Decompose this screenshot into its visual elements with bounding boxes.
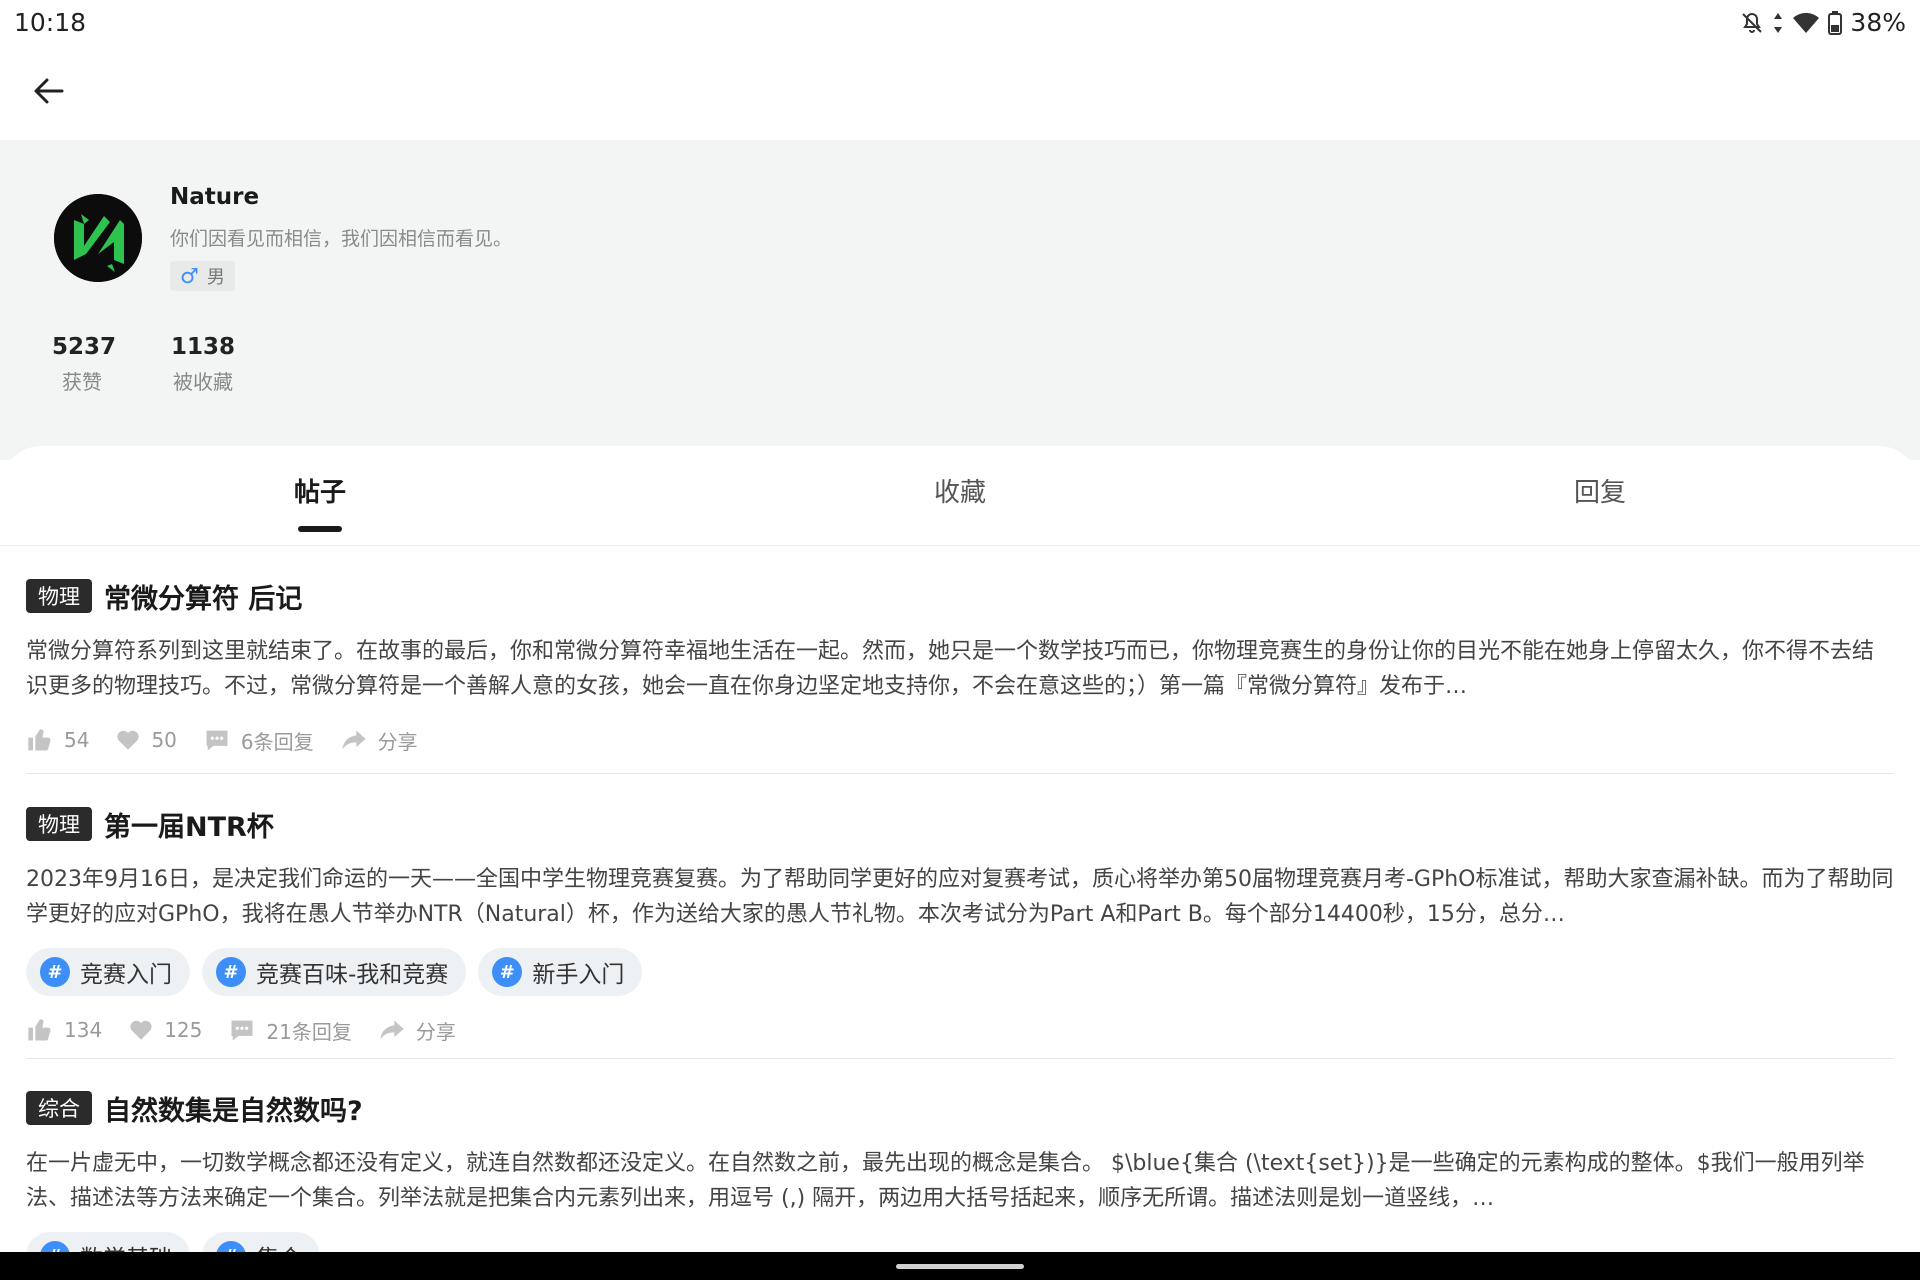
battery-percent: 38% — [1850, 8, 1906, 37]
tab-posts[interactable]: 帖子 — [294, 472, 346, 509]
share-button[interactable]: 分享 — [378, 1016, 456, 1045]
tab-favorites[interactable]: 收藏 — [934, 472, 986, 509]
reply-count: 6条回复 — [240, 729, 314, 754]
topic-label: 数学基础 — [80, 1239, 172, 1252]
category-tag: 物理 — [26, 807, 92, 841]
share-label: 分享 — [377, 729, 418, 754]
like-count: 134 — [64, 1018, 103, 1042]
wifi-icon — [1792, 11, 1820, 35]
topic-chip[interactable]: # 竞赛入门 — [26, 948, 190, 996]
post-title[interactable]: 自然数集是自然数吗? — [104, 1089, 363, 1128]
post-title[interactable]: 常微分算符 后记 — [104, 577, 302, 616]
top-bar — [0, 44, 1920, 140]
stat-favorited-label: 被收藏 — [173, 370, 233, 394]
category-tag: 综合 — [26, 1091, 92, 1125]
gender-tag: ♂ 男 — [170, 261, 235, 291]
hashtag-icon: # — [40, 1241, 70, 1252]
post-actions: 134 125 21条回复 分享 — [26, 1010, 1894, 1050]
stat-likes-value: 5237 — [52, 334, 117, 360]
user-bio: 你们因看见而相信，我们因相信而看见。 — [170, 228, 513, 250]
reply-button[interactable]: 21条回复 — [228, 1016, 352, 1045]
topic-label: 集合 — [256, 1239, 302, 1252]
topic-label: 竞赛入门 — [80, 962, 172, 988]
reply-button[interactable]: 6条回复 — [203, 726, 314, 755]
like-count: 54 — [64, 728, 90, 752]
like-button[interactable]: 54 — [26, 726, 89, 754]
hashtag-icon: # — [216, 1241, 246, 1252]
reply-count: 21条回复 — [266, 1019, 352, 1044]
topic-chip[interactable]: # 数学基础 — [26, 1232, 190, 1252]
post-divider — [26, 1058, 1894, 1059]
hashtag-icon: # — [216, 957, 246, 987]
topic-chip[interactable]: # 新手入门 — [478, 948, 643, 996]
thumbs-up-icon — [26, 1016, 54, 1044]
favorite-button[interactable]: 125 — [128, 1017, 202, 1043]
post-header: 综合 自然数集是自然数吗? — [26, 1088, 1894, 1128]
favorite-button[interactable]: 50 — [115, 727, 177, 753]
category-tag: 物理 — [26, 579, 92, 613]
thumbs-up-icon — [26, 726, 54, 754]
tab-replies[interactable]: 回复 — [1574, 472, 1626, 509]
topic-list: # 竞赛入门 # 竞赛百味-我和竞赛 # 新手入门 — [26, 948, 1894, 996]
share-button[interactable]: 分享 — [340, 726, 418, 755]
topic-label: 新手入门 — [532, 962, 625, 988]
navigation-bar — [0, 1252, 1920, 1280]
stat-likes[interactable]: 5237 获赞 — [52, 334, 117, 395]
topic-chip[interactable]: # 竞赛百味-我和竞赛 — [202, 948, 467, 996]
back-button[interactable] — [26, 70, 72, 116]
post-excerpt[interactable]: 2023年9月16日，是决定我们命运的一天——全国中学生物理竞赛复赛。为了帮助同… — [26, 862, 1894, 932]
like-button[interactable]: 134 — [26, 1016, 102, 1044]
heart-icon — [128, 1017, 154, 1043]
post-excerpt[interactable]: 常微分算符系列到这里就结束了。在故事的最后，你和常微分算符幸福地生活在一起。然而… — [26, 634, 1894, 704]
male-icon: ♂ — [180, 264, 199, 288]
topic-label: 竞赛百味-我和竞赛 — [256, 962, 449, 988]
post-divider — [26, 773, 1894, 774]
topic-list: # 数学基础 # 集合 — [26, 1232, 1894, 1252]
comment-icon — [228, 1016, 256, 1044]
post-header: 物理 常微分算符 后记 — [26, 576, 1894, 616]
post-title[interactable]: 第一届NTR杯 — [104, 805, 274, 844]
notifications-off-icon — [1740, 11, 1764, 35]
share-label: 分享 — [415, 1019, 456, 1044]
data-arrows-icon — [1772, 11, 1784, 35]
avatar[interactable] — [54, 194, 142, 282]
tab-bar: 帖子 收藏 回复 — [0, 446, 1920, 546]
gender-label: 男 — [206, 267, 225, 288]
favorite-count: 125 — [164, 1018, 203, 1042]
arrow-left-icon — [32, 74, 66, 112]
share-icon — [378, 1016, 406, 1044]
favorite-count: 50 — [151, 728, 177, 752]
status-bar: 10:18 38% — [0, 0, 1920, 44]
stat-favorited-value: 1138 — [170, 334, 235, 360]
battery-icon — [1828, 10, 1843, 35]
share-icon — [340, 726, 368, 754]
topic-chip[interactable]: # 集合 — [202, 1232, 320, 1252]
hashtag-icon: # — [492, 957, 523, 987]
post-header: 物理 第一届NTR杯 — [26, 804, 1894, 844]
stat-likes-label: 获赞 — [62, 370, 102, 394]
status-icons: 38% — [1740, 8, 1906, 37]
post-feed[interactable]: 物理 常微分算符 后记 常微分算符系列到这里就结束了。在故事的最后，你和常微分算… — [0, 546, 1920, 1252]
post-actions: 54 50 6条回复 分享 — [26, 720, 1894, 760]
status-time: 10:18 — [14, 8, 87, 37]
stat-favorited[interactable]: 1138 被收藏 — [168, 334, 238, 395]
post-card[interactable]: 物理 常微分算符 后记 常微分算符系列到这里就结束了。在故事的最后，你和常微分算… — [26, 576, 1894, 760]
tab-indicator — [298, 526, 342, 532]
user-name: Nature — [170, 184, 260, 210]
post-excerpt[interactable]: 在一片虚无中，一切数学概念都还没有定义，就连自然数都还没定义。在自然数之前，最先… — [26, 1146, 1894, 1216]
post-card[interactable]: 综合 自然数集是自然数吗? 在一片虚无中，一切数学概念都还没有定义，就连自然数都… — [26, 1088, 1894, 1252]
profile-header: Nature 你们因看见而相信，我们因相信而看见。 ♂ 男 5237 获赞 11… — [0, 140, 1920, 460]
heart-icon — [115, 727, 141, 753]
post-card[interactable]: 物理 第一届NTR杯 2023年9月16日，是决定我们命运的一天——全国中学生物… — [26, 804, 1894, 1050]
home-gesture-handle[interactable] — [896, 1264, 1024, 1269]
hashtag-icon: # — [40, 957, 70, 987]
comment-icon — [203, 726, 231, 754]
